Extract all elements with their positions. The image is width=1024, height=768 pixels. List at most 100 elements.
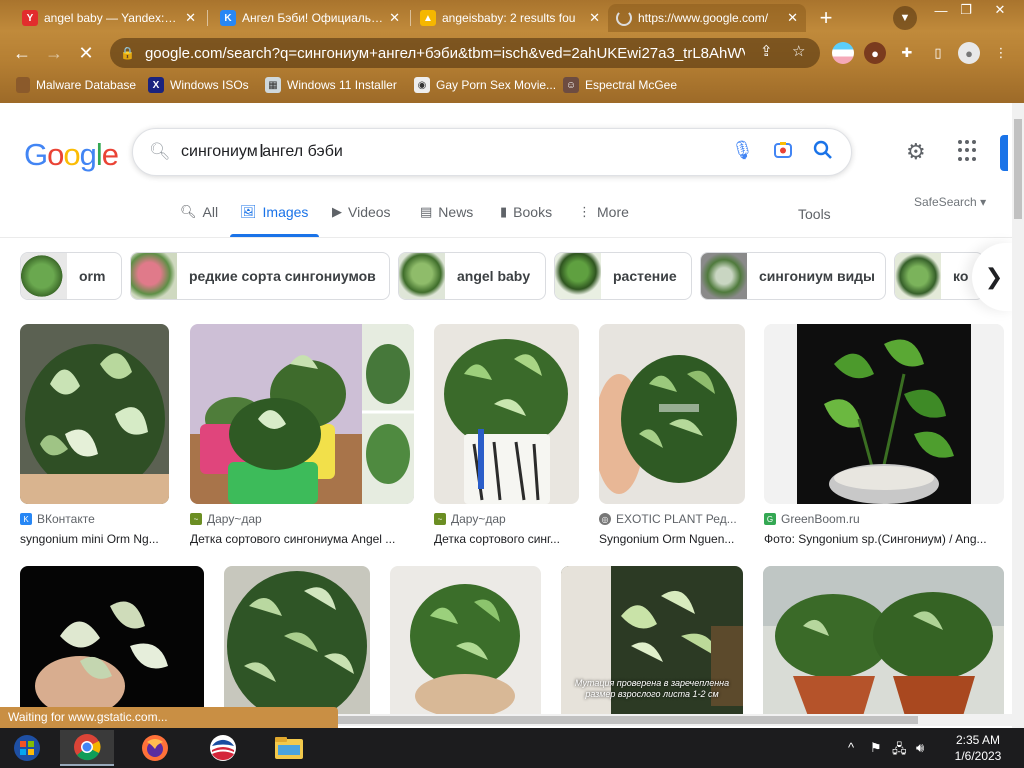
image-result[interactable]: ~ Дару~дар Детка сортового синг... xyxy=(434,324,579,546)
result-image[interactable] xyxy=(190,324,414,504)
result-image[interactable] xyxy=(224,566,370,715)
bookmark-movie-site[interactable]: ◉ Gay Porn Sex Movie... xyxy=(414,75,556,95)
image-result[interactable] xyxy=(224,566,370,715)
image-result[interactable]: G GreenBoom.ru Фото: Syngonium sp.(Синго… xyxy=(764,324,1004,546)
image-result[interactable] xyxy=(390,566,541,715)
back-button[interactable]: ← xyxy=(10,41,34,65)
result-title[interactable]: Детка сортового сингониума Angel ... xyxy=(190,532,414,546)
tab-separator xyxy=(410,10,411,26)
chip-rare-varieties[interactable]: редкие сорта сингониумов xyxy=(130,252,390,300)
extension-flag-icon[interactable] xyxy=(832,42,854,64)
result-image[interactable] xyxy=(20,566,204,715)
tab-more[interactable]: ⋮ More xyxy=(578,204,629,220)
bookmark-malware-database[interactable]: Malware Database xyxy=(16,75,136,95)
tab-all[interactable]: 🔍︎ All xyxy=(180,204,218,220)
search-submit-icon[interactable] xyxy=(813,140,833,165)
scrollbar-thumb[interactable] xyxy=(338,716,918,724)
chrome-taskbar-icon[interactable] xyxy=(60,730,114,766)
close-window-icon[interactable]: ✕ xyxy=(985,0,1015,20)
horizontal-scrollbar[interactable] xyxy=(338,714,1012,726)
close-icon[interactable]: ✕ xyxy=(185,10,196,26)
image-result[interactable]: K ВКонтакте syngonium mini Orm Ng... xyxy=(20,324,169,546)
result-source[interactable]: ◎ EXOTIC PLANT Ред... xyxy=(599,512,745,526)
vertical-scrollbar[interactable] xyxy=(1012,103,1024,728)
result-image[interactable] xyxy=(764,324,1004,504)
sign-in-button[interactable] xyxy=(1000,135,1008,171)
tab-yandex[interactable]: Y angel baby — Yandex: 2 m ✕ xyxy=(14,4,204,32)
safesearch-dropdown[interactable]: SafeSearch ▾ xyxy=(914,195,986,209)
bookmark-windows-11-installer[interactable]: ▦ Windows 11 Installer xyxy=(265,75,397,95)
search-type-tabs: 🔍︎ All 🖼︎ Images ▶ Videos ▤ News ▮ Books… xyxy=(0,198,1012,236)
restore-icon[interactable]: ❐ xyxy=(951,0,981,20)
site-icon: ~ xyxy=(434,513,446,525)
lens-camera-icon[interactable] xyxy=(773,140,793,165)
network-icon[interactable]: 🖧︎ xyxy=(892,740,907,762)
result-title[interactable]: Детка сортового синг... xyxy=(434,532,579,546)
tab-books[interactable]: ▮ Books xyxy=(500,204,552,220)
chip-orm[interactable]: orm xyxy=(20,252,122,300)
gear-icon[interactable]: ⚙ xyxy=(906,139,926,165)
obama-logo-taskbar-icon[interactable] xyxy=(196,730,250,766)
close-icon[interactable]: ✕ xyxy=(589,10,600,26)
show-hidden-icons-chevron[interactable]: ^ xyxy=(848,740,854,755)
stop-loading-button[interactable]: ✕ xyxy=(74,41,98,65)
tab-vk[interactable]: K Ангел Бэби! Официальный ✕ xyxy=(212,4,408,32)
tools-button[interactable]: Tools xyxy=(798,206,831,222)
forward-button[interactable]: → xyxy=(42,41,66,65)
scrollbar-thumb[interactable] xyxy=(1014,119,1022,219)
action-center-flag-icon[interactable]: ⚑ xyxy=(870,740,882,756)
menu-kebab-icon[interactable]: ⋮ xyxy=(990,42,1012,64)
result-source[interactable]: ~ Дару~дар xyxy=(434,512,579,526)
tab-google[interactable]: https://www.google.com/ ✕ xyxy=(608,4,806,32)
share-icon[interactable]: ⇪ xyxy=(760,42,773,60)
chip-thumbnail xyxy=(21,253,67,299)
result-source[interactable]: ~ Дару~дар xyxy=(190,512,414,526)
close-icon[interactable]: ✕ xyxy=(787,10,798,26)
volume-icon[interactable]: 🔊︎ xyxy=(916,740,924,756)
extension-avatar-icon[interactable]: ● xyxy=(864,42,886,64)
side-panel-icon[interactable]: ▯ xyxy=(927,42,949,64)
new-tab-button[interactable]: + xyxy=(814,5,838,30)
result-title[interactable]: syngonium mini Orm Ng... xyxy=(20,532,169,546)
image-result[interactable] xyxy=(763,566,1004,715)
file-explorer-taskbar-icon[interactable] xyxy=(262,730,316,766)
bookmark-espectral-mcgee[interactable]: ☺ Espectral McGee xyxy=(563,75,677,95)
result-image[interactable] xyxy=(390,566,541,715)
google-logo[interactable]: Google xyxy=(24,137,119,173)
result-image[interactable] xyxy=(599,324,745,504)
result-image[interactable] xyxy=(763,566,1004,715)
divider xyxy=(0,237,1012,238)
chip-syngonium-types[interactable]: сингониум виды xyxy=(700,252,886,300)
firefox-taskbar-icon[interactable] xyxy=(128,730,182,766)
tab-angeisbaby[interactable]: ▲ angeisbaby: 2 results fou ✕ xyxy=(412,4,608,32)
result-source[interactable]: G GreenBoom.ru xyxy=(764,512,1004,526)
tab-videos[interactable]: ▶ Videos xyxy=(332,204,391,220)
apps-grid-icon[interactable] xyxy=(958,140,980,162)
result-image[interactable] xyxy=(434,324,579,504)
system-clock[interactable]: 2:35 AM 1/6/2023 xyxy=(940,732,1016,764)
bookmark-windows-isos[interactable]: X Windows ISOs xyxy=(148,75,249,95)
result-title[interactable]: Фото: Syngonium sp.(Сингониум) / Ang... xyxy=(764,532,1004,546)
tab-images[interactable]: 🖼︎ Images xyxy=(240,204,308,220)
image-result[interactable]: Мутация проверена в заречепленна размер … xyxy=(561,566,743,715)
result-source[interactable]: K ВКонтакте xyxy=(20,512,169,526)
chip-angel-baby[interactable]: angel baby xyxy=(398,252,546,300)
more-vertical-icon: ⋮ xyxy=(578,204,591,219)
bookmark-star-icon[interactable]: ☆ xyxy=(792,42,805,60)
image-result[interactable] xyxy=(20,566,204,715)
extensions-puzzle-icon[interactable]: ✚ xyxy=(896,42,918,64)
tab-search-button[interactable]: ▼ xyxy=(893,6,917,30)
microphone-icon[interactable]: 🎙︎ xyxy=(731,140,754,161)
profile-icon[interactable]: ● xyxy=(958,42,980,64)
chip-plant[interactable]: растение xyxy=(554,252,692,300)
image-result[interactable]: ◎ EXOTIC PLANT Ред... Syngonium Orm Ngue… xyxy=(599,324,745,546)
tab-news[interactable]: ▤ News xyxy=(420,204,473,220)
search-box[interactable]: 🔍︎ сингониум ангел бэби I 🎙︎ xyxy=(132,128,852,176)
address-bar[interactable]: 🔒 google.com/search?q=сингониум+ангел+бэ… xyxy=(110,38,820,68)
close-icon[interactable]: ✕ xyxy=(389,10,400,26)
result-image[interactable] xyxy=(20,324,169,504)
result-title[interactable]: Syngonium Orm Nguen... xyxy=(599,532,745,546)
image-result[interactable]: ~ Дару~дар Детка сортового сингониума An… xyxy=(190,324,414,546)
start-button[interactable] xyxy=(0,730,54,766)
chip-more[interactable]: ко xyxy=(894,252,984,300)
